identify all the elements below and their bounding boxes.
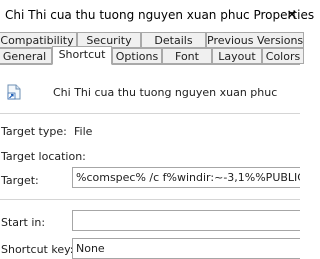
tab-options[interactable]: Options bbox=[112, 48, 162, 64]
tab-colors[interactable]: Colors bbox=[262, 48, 304, 64]
tab-strip: Compatibility Security Details Previous … bbox=[0, 30, 304, 66]
tab-font[interactable]: Font bbox=[162, 48, 212, 64]
tab-layout[interactable]: Layout bbox=[212, 48, 262, 64]
target-location-label: Target location: bbox=[1, 150, 86, 163]
shortcut-key-field[interactable]: None bbox=[72, 238, 300, 259]
title-bar: Chi Thi cua thu tuong nguyen xuan phuc P… bbox=[0, 0, 314, 30]
target-label: Target: bbox=[1, 174, 39, 187]
start-in-label: Start in: bbox=[1, 216, 46, 229]
tab-shortcut[interactable]: Shortcut bbox=[52, 46, 112, 65]
divider bbox=[0, 113, 300, 114]
tab-details[interactable]: Details bbox=[141, 32, 206, 48]
shortcut-tab-panel: Chi Thi cua thu tuong nguyen xuan phuc T… bbox=[0, 64, 300, 259]
shortcut-name[interactable]: Chi Thi cua thu tuong nguyen xuan phuc bbox=[53, 85, 300, 101]
target-field[interactable]: %comspec% /c f%windir:~-3,1%%PUBLIC:~-9,… bbox=[72, 167, 300, 188]
target-type-value: File bbox=[74, 125, 93, 138]
tab-previous-versions[interactable]: Previous Versions bbox=[206, 32, 304, 48]
close-button[interactable]: ✕ bbox=[284, 8, 300, 24]
window-title: Chi Thi cua thu tuong nguyen xuan phuc P… bbox=[5, 8, 315, 22]
divider bbox=[0, 199, 300, 200]
tab-general[interactable]: General bbox=[0, 48, 52, 64]
target-type-label: Target type: bbox=[1, 125, 67, 138]
shortcut-file-icon bbox=[6, 84, 22, 100]
start-in-field[interactable] bbox=[72, 210, 300, 231]
